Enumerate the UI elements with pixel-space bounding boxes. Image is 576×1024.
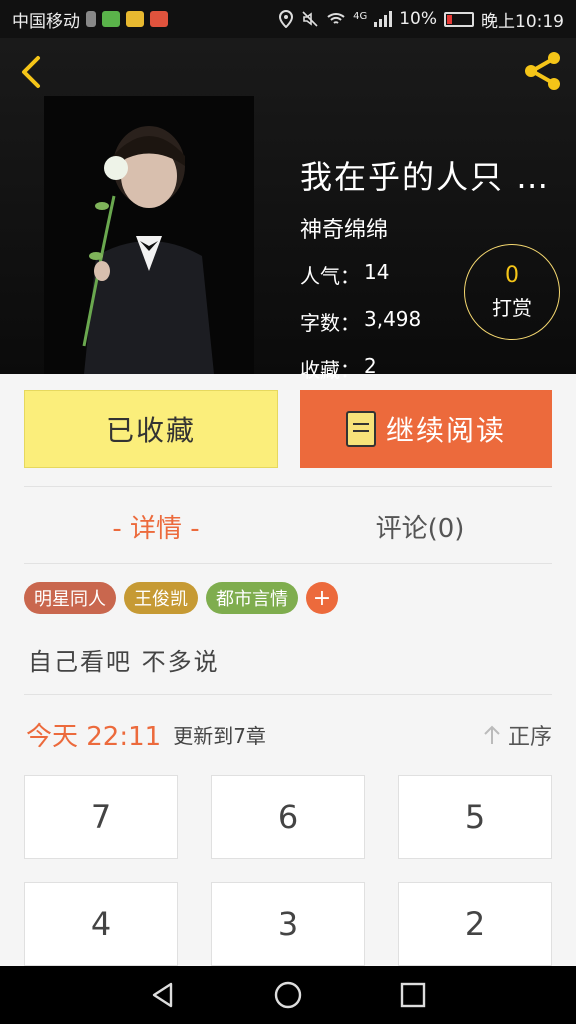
update-time: 今天 22:11 <box>26 722 162 752</box>
favorites-label: 收藏： <box>300 358 360 382</box>
share-icon <box>525 52 560 90</box>
collect-label: 已收藏 <box>105 414 196 447</box>
signal-icon <box>374 11 393 27</box>
sort-order-button[interactable]: 正序 <box>482 719 552 751</box>
favorites-value: 2 <box>364 354 377 378</box>
tag-item[interactable]: 明星同人 <box>24 582 116 614</box>
add-tag-button[interactable]: + <box>306 582 338 614</box>
chapter-button[interactable]: 7 <box>24 775 178 859</box>
popularity-value: 14 <box>364 260 390 284</box>
circle-home-icon <box>274 981 302 1009</box>
popularity-label: 人气： <box>300 264 360 288</box>
chapter-button[interactable]: 2 <box>398 882 552 966</box>
book-title: 我在乎的人只 … <box>300 158 551 196</box>
sim-icon <box>86 11 96 27</box>
arrow-up-icon <box>484 725 500 744</box>
book-cover-image[interactable] <box>44 96 254 374</box>
back-button[interactable] <box>14 52 50 92</box>
tab-detail[interactable]: - 详情 - <box>24 506 288 546</box>
divider <box>24 694 552 695</box>
network-type: 4G <box>353 10 368 22</box>
cover-photo <box>44 96 254 374</box>
mute-icon <box>302 11 318 27</box>
tag-list: 明星同人 王俊凯 都市言情 + <box>24 582 338 614</box>
tip-button[interactable]: 0 打赏 <box>464 244 560 340</box>
wifi-icon <box>327 13 345 24</box>
tip-count: 0 <box>505 263 519 288</box>
book-author[interactable]: 神奇绵绵 <box>300 212 560 244</box>
nav-recents-button[interactable] <box>393 975 433 1015</box>
tag-item[interactable]: 王俊凯 <box>124 582 198 614</box>
weibo-icon <box>150 11 168 27</box>
book-detail-screen: 中国移动 4G 10% 晚上10:19 我在乎的人只 … 神奇绵绵 人气： 14… <box>0 0 576 1024</box>
tab-comments[interactable]: 评论(0) <box>288 506 552 546</box>
location-icon <box>279 10 294 28</box>
update-text: 更新到7章 <box>173 724 266 748</box>
chapter-button[interactable]: 6 <box>211 775 365 859</box>
divider <box>24 486 552 487</box>
book-description: 自己看吧 不多说 <box>28 648 220 676</box>
share-button[interactable] <box>520 48 566 94</box>
update-row: 今天 22:11 更新到7章 正序 <box>26 716 552 753</box>
square-recents-icon <box>401 982 426 1008</box>
triangle-back-icon <box>152 982 172 1008</box>
app-icon <box>126 11 144 27</box>
word-count-label: 字数： <box>300 311 360 335</box>
tip-label: 打赏 <box>492 296 532 320</box>
nav-back-button[interactable] <box>143 975 183 1015</box>
clock: 晚上10:19 <box>481 11 564 32</box>
tag-item[interactable]: 都市言情 <box>206 582 298 614</box>
system-nav-bar <box>0 966 576 1024</box>
battery-icon <box>444 11 474 27</box>
chapter-button[interactable]: 5 <box>398 775 552 859</box>
wechat-icon <box>102 11 120 27</box>
favorites-row: 收藏： 2 <box>300 354 560 383</box>
nav-home-button[interactable] <box>268 975 308 1015</box>
divider <box>24 563 552 564</box>
book-icon <box>345 411 376 447</box>
battery-percent: 10% <box>399 9 437 29</box>
chapter-button[interactable]: 4 <box>24 882 178 966</box>
sort-label: 正序 <box>507 724 552 750</box>
chapter-button[interactable]: 3 <box>211 882 365 966</box>
status-bar: 中国移动 4G 10% 晚上10:19 <box>0 0 576 38</box>
chevron-left-icon <box>22 56 40 88</box>
word-count-value: 3,498 <box>364 307 422 331</box>
continue-reading-label: 继续阅读 <box>385 414 506 447</box>
continue-reading-button[interactable]: 继续阅读 <box>300 390 552 468</box>
carrier-label: 中国移动 <box>12 11 80 32</box>
collect-button[interactable]: 已收藏 <box>24 390 278 468</box>
